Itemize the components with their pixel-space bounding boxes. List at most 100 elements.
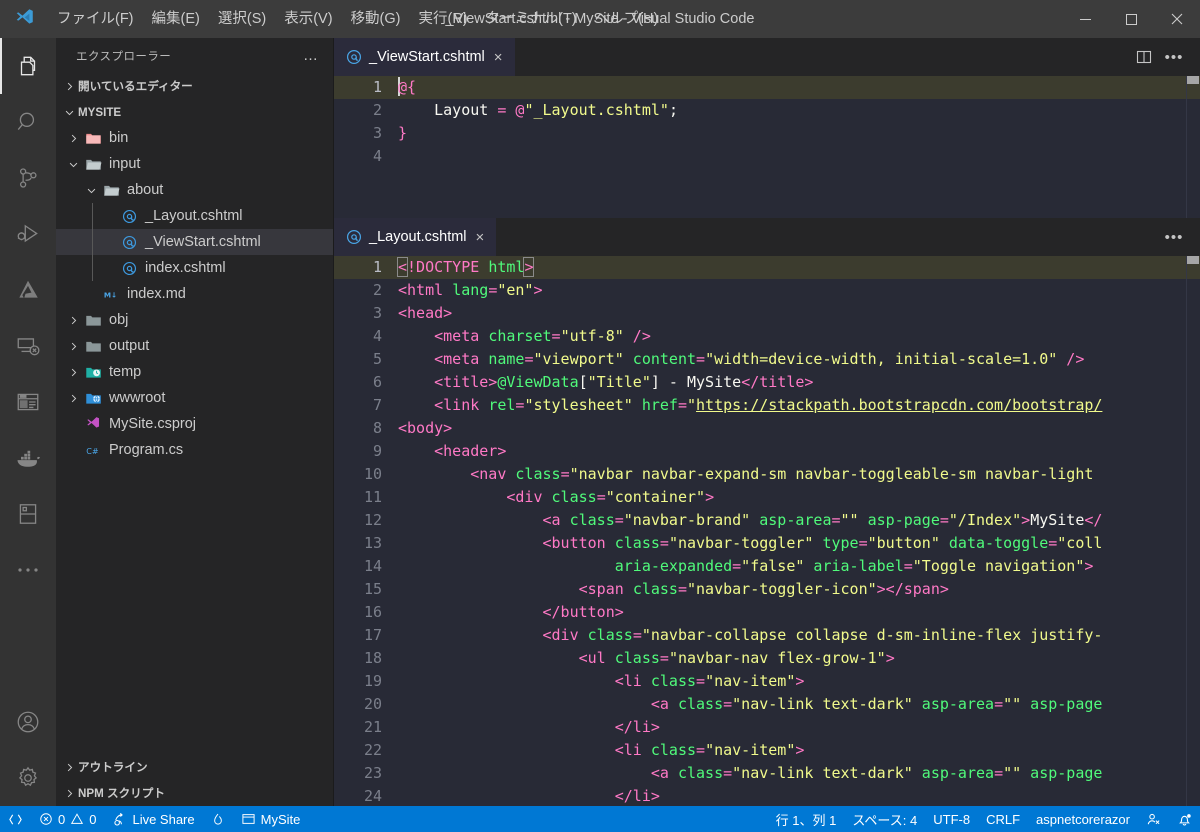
menu-go[interactable]: 移動(G) xyxy=(342,0,410,38)
chevron-down-icon[interactable] xyxy=(82,185,100,196)
chevron-right-icon[interactable] xyxy=(64,133,82,144)
activity-source-control[interactable] xyxy=(0,150,56,206)
editor-more-actions[interactable]: ••• xyxy=(1160,43,1188,71)
menu-view[interactable]: 表示(V) xyxy=(275,0,341,38)
section-npm-scripts[interactable]: NPM スクリプト xyxy=(56,780,333,806)
menu-help[interactable]: ヘルプ(H) xyxy=(586,0,668,38)
tree-item-output[interactable]: output xyxy=(56,333,333,359)
menu-terminal[interactable]: ターミナル(T) xyxy=(477,0,586,38)
activity-explorer[interactable] xyxy=(0,38,56,94)
close-icon[interactable] xyxy=(1154,0,1200,38)
code-token: asp-page xyxy=(1021,695,1103,713)
code-text: <meta charset="utf-8" /> xyxy=(396,325,651,348)
status-line-col[interactable]: 行 1、列 1 xyxy=(768,806,845,832)
maximize-icon[interactable] xyxy=(1108,0,1154,38)
section-outline[interactable]: アウトライン xyxy=(56,754,333,780)
tree-item-temp[interactable]: temp xyxy=(56,359,333,385)
tree-item-layout-cshtml[interactable]: _Layout.cshtml xyxy=(56,203,333,229)
tree-item-mysite-csproj[interactable]: MySite.csproj xyxy=(56,411,333,437)
code-token: type xyxy=(813,534,859,552)
code-token: <a xyxy=(398,511,570,529)
status-eol[interactable]: CRLF xyxy=(978,806,1028,832)
activity-extensions-panel[interactable] xyxy=(0,374,56,430)
status-problems[interactable]: 0 0 xyxy=(31,806,104,832)
minimize-icon[interactable] xyxy=(1062,0,1108,38)
code-editor-layout[interactable]: 1 <!DOCTYPE html> 2 <html lang="en"> 3 <head>… xyxy=(334,256,1200,806)
line-number: 4 xyxy=(372,147,382,165)
status-remote[interactable] xyxy=(0,806,31,832)
tab-viewstart-cshtml[interactable]: _ViewStart.cshtml × xyxy=(334,38,516,76)
tab-layout-cshtml[interactable]: _Layout.cshtml × xyxy=(334,218,498,256)
activity-account[interactable] xyxy=(0,694,56,750)
status-language-mode[interactable]: aspnetcorerazor xyxy=(1028,806,1138,832)
chevron-down-icon[interactable] xyxy=(64,159,82,170)
tree-item-about[interactable]: about xyxy=(56,177,333,203)
code-line: 5 <meta name="viewport" content="width=d… xyxy=(334,348,1200,371)
scrollbar-slider[interactable] xyxy=(1187,256,1199,264)
tree-item-wwwroot[interactable]: wwwroot xyxy=(56,385,333,411)
menu-run[interactable]: 実行(R) xyxy=(409,0,476,38)
csproj-file-icon xyxy=(82,416,104,433)
code-token: class xyxy=(650,741,697,759)
activity-more[interactable] xyxy=(0,542,56,598)
chevron-right-icon[interactable] xyxy=(64,341,82,352)
activity-search[interactable] xyxy=(0,94,56,150)
tree-item-input[interactable]: input xyxy=(56,151,333,177)
code-token: "navbar navbar-expand-sm navbar-toggleab… xyxy=(569,465,1094,483)
tree-item-bin[interactable]: bin xyxy=(56,125,333,151)
activity-docker[interactable] xyxy=(0,430,56,486)
tree-item-index-cshtml[interactable]: index.cshtml xyxy=(56,255,333,281)
code-token[interactable]: https://stackpath.bootstrapcdn.com/boots… xyxy=(696,396,1102,414)
chevron-down-icon xyxy=(60,107,78,118)
code-token: = xyxy=(723,764,733,782)
code-text: <a class="nav-link text-dark" asp-area="… xyxy=(396,762,1103,785)
section-open-editors[interactable]: 開いているエディター xyxy=(56,73,333,99)
activity-remote-explorer[interactable] xyxy=(0,318,56,374)
razor-file-icon xyxy=(118,260,140,277)
menu-file[interactable]: ファイル(F) xyxy=(48,0,143,38)
scrollbar-slider[interactable] xyxy=(1187,76,1199,84)
status-project[interactable]: MySite xyxy=(233,806,309,832)
tree-item-label: temp xyxy=(109,364,142,380)
tree-item-label: about xyxy=(127,182,164,198)
status-feedback[interactable] xyxy=(1138,806,1169,832)
activity-notebook[interactable] xyxy=(0,486,56,542)
activity-azure[interactable] xyxy=(0,262,56,318)
chevron-right-icon[interactable] xyxy=(64,393,82,404)
overview-ruler-top[interactable] xyxy=(1186,76,1200,218)
activity-run-debug[interactable] xyxy=(0,206,56,262)
code-token: class xyxy=(614,534,660,552)
chevron-right-icon[interactable] xyxy=(64,367,82,378)
code-line: 1 @{ xyxy=(334,76,1200,99)
status-live-share[interactable]: Live Share xyxy=(104,806,202,832)
sidebar-more-icon[interactable]: … xyxy=(297,47,325,64)
status-notifications[interactable] xyxy=(1169,806,1200,832)
code-token: = xyxy=(677,580,687,598)
tree-item-label: _Layout.cshtml xyxy=(145,208,243,224)
split-editor-button[interactable] xyxy=(1130,43,1158,71)
close-icon[interactable]: × xyxy=(474,230,487,245)
menu-edit[interactable]: 編集(E) xyxy=(143,0,209,38)
line-number: 23 xyxy=(363,764,382,782)
code-editor-viewstart[interactable]: 1 @{2 Layout = @"_Layout.cshtml"; 3} 4 xyxy=(334,76,1200,218)
editor-more-actions-2[interactable]: ••• xyxy=(1160,223,1188,251)
status-encoding[interactable]: UTF-8 xyxy=(925,806,978,832)
warning-count: 0 xyxy=(89,811,97,827)
tree-item-program-cs[interactable]: C# Program.cs xyxy=(56,437,333,463)
tree-item-index-md[interactable]: M↓ index.md xyxy=(56,281,333,307)
code-token: = xyxy=(488,281,498,299)
code-token: = xyxy=(659,534,669,552)
menu-selection[interactable]: 選択(S) xyxy=(209,0,275,38)
activity-manage-settings[interactable] xyxy=(0,750,56,806)
close-icon[interactable]: × xyxy=(492,50,505,65)
tree-item-obj[interactable]: obj xyxy=(56,307,333,333)
section-workspace[interactable]: MYSITE xyxy=(56,99,333,125)
overview-ruler-bottom[interactable] xyxy=(1186,256,1200,806)
chevron-right-icon[interactable] xyxy=(64,315,82,326)
code-text: @{ xyxy=(396,76,416,99)
sidebar-footer: アウトライン NPM スクリプト xyxy=(56,754,333,806)
status-indentation[interactable]: スペース: 4 xyxy=(844,806,925,832)
status-flame[interactable] xyxy=(203,806,233,832)
markdown-file-icon: M↓ xyxy=(100,286,122,303)
tree-item-viewstart-cshtml[interactable]: _ViewStart.cshtml xyxy=(56,229,333,255)
